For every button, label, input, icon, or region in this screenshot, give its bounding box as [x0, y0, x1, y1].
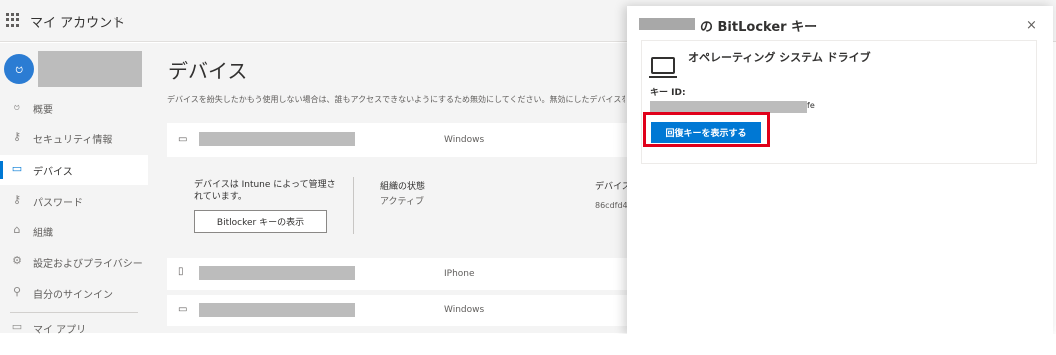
device-id-value: 86cdfd4 [595, 201, 627, 210]
device-os: IPhone [444, 269, 475, 279]
sidebar-item-devices[interactable]: ▭ デバイス [0, 155, 148, 185]
phone-icon: ▯ [178, 266, 184, 277]
close-icon[interactable]: × [1026, 18, 1037, 33]
sidebar-item-password[interactable]: ⚷ パスワード [0, 186, 148, 216]
laptop-icon: ▭ [11, 162, 23, 175]
device-row[interactable]: ▭ Windows [167, 295, 627, 326]
sidebar-item-overview[interactable]: ဗ 概要 [0, 93, 148, 123]
device-os: Windows [444, 305, 485, 315]
org-status-label: 組織の状態 [380, 182, 426, 192]
sidebar-item-label: セキュリティ情報 [33, 135, 113, 146]
sidebar-item-label: 自分のサインイン [33, 290, 113, 301]
device-row[interactable]: ▭ Windows [167, 123, 627, 157]
laptop-icon: ▭ [178, 134, 188, 145]
sign-in-icon: ⚲ [12, 285, 22, 298]
app-title[interactable]: マイ アカウント [30, 12, 125, 31]
sidebar-item-label: 概要 [33, 105, 53, 116]
page-title: デバイス [168, 59, 248, 83]
bottom-strip [0, 334, 1056, 355]
apps-icon: ▭ [11, 320, 23, 333]
view-bitlocker-keys-button[interactable]: Bitlocker キーの表示 [194, 210, 327, 233]
drive-title: オペレーティング システム ドライブ [688, 51, 871, 64]
device-name-redacted [199, 303, 355, 317]
page-description: デバイスを紛失したかもう使用しない場合は、誰もアクセスできないようにするため無効… [167, 95, 625, 104]
divider [353, 177, 354, 234]
sidebar: ဗ ဗ 概要 ⚷ セキュリティ情報 ▭ デバイス ⚷ パスワード ⌂ 組織 ⚙ … [0, 43, 148, 336]
org-status-value: アクティブ [380, 197, 425, 207]
managed-by-intune-text: デバイスは Intune によって管理されています。 [194, 180, 336, 202]
device-details: デバイスは Intune によって管理されています。 Bitlocker キーの… [167, 157, 627, 255]
os-drive-card: オペレーティング システム ドライブ キー ID: fe 回復キーを表示する [641, 40, 1037, 164]
device-name-redacted [199, 132, 355, 146]
gear-icon: ⚙ [12, 254, 22, 267]
person-icon: ဗ [13, 100, 21, 113]
device-name-redacted [639, 18, 695, 30]
sidebar-item-settings-privacy[interactable]: ⚙ 設定およびプライバシー [0, 247, 148, 277]
active-indicator [0, 161, 3, 179]
sidebar-item-my-sign-ins[interactable]: ⚲ 自分のサインイン [0, 278, 148, 308]
key-id-label: キー ID: [650, 88, 686, 98]
key-icon: ⚷ [12, 193, 22, 206]
laptop-icon: ▭ [178, 304, 188, 315]
sidebar-item-label: パスワード [33, 198, 83, 209]
key-id-tail: fe [807, 101, 815, 110]
avatar[interactable]: ဗ [4, 54, 34, 84]
chevron-down-icon[interactable]: ⌵ [114, 12, 122, 26]
sidebar-item-organization[interactable]: ⌂ 組織 [0, 216, 148, 246]
user-name-redacted [38, 51, 142, 87]
device-row[interactable]: ▯ IPhone [167, 258, 627, 290]
organization-icon: ⌂ [13, 223, 21, 236]
panel-title: の BitLocker キー [700, 20, 818, 35]
sidebar-item-label: 設定およびプライバシー [33, 259, 143, 270]
device-os: Windows [444, 135, 485, 145]
app-launcher-icon[interactable] [6, 13, 20, 27]
laptop-icon [649, 57, 677, 78]
sidebar-item-label: デバイス [33, 167, 73, 178]
sidebar-item-label: 組織 [33, 228, 53, 239]
device-name-redacted [199, 266, 355, 280]
sidebar-item-security-info[interactable]: ⚷ セキュリティ情報 [0, 123, 148, 153]
bitlocker-keys-panel: の BitLocker キー × オペレーティング システム ドライブ キー I… [627, 6, 1053, 334]
device-id-label: デバイス [595, 182, 627, 192]
security-info-icon: ⚷ [12, 130, 22, 143]
show-recovery-key-button[interactable]: 回復キーを表示する [651, 122, 761, 143]
